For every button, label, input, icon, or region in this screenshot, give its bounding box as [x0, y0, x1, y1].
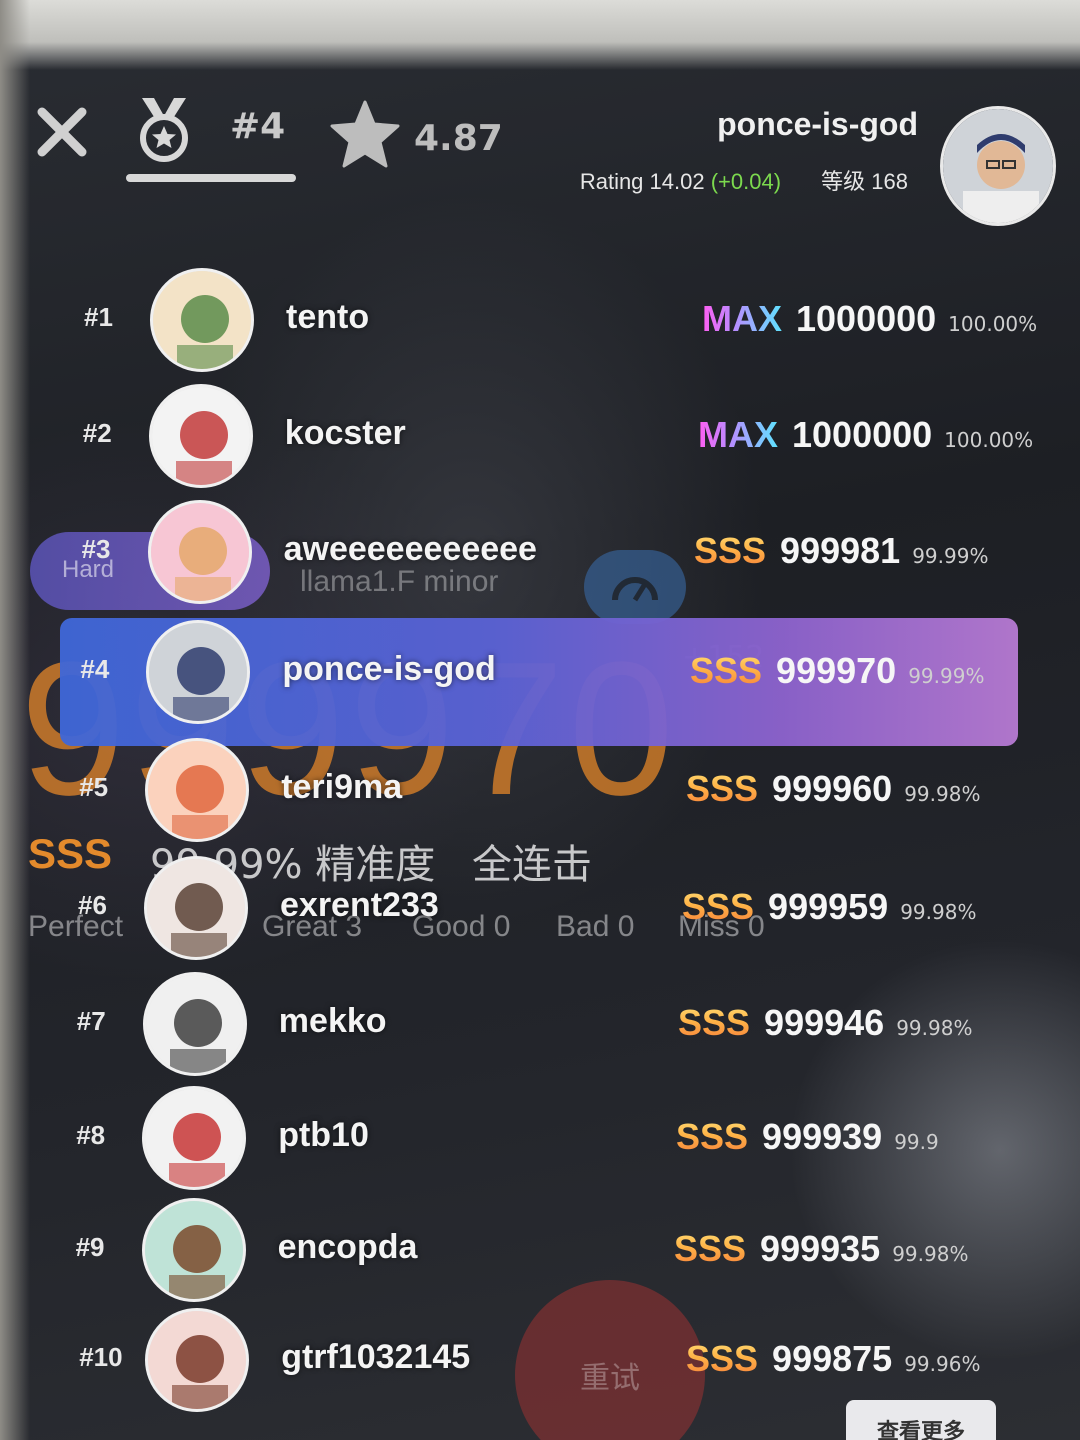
- row-avatar: [146, 620, 251, 724]
- game-screen: Hard llama1.F minor 999970 +152 SSS 99.9…: [0, 0, 1080, 1440]
- row-accuracy: 99.98%: [892, 1242, 969, 1266]
- leaderboard-row[interactable]: #3 aweeeeeeeeeee SSS 999981 99.99%: [0, 500, 1080, 610]
- tab-active-indicator: [126, 174, 296, 182]
- row-username: teri9ma: [281, 768, 403, 806]
- row-accuracy: 100.00%: [948, 312, 1038, 336]
- row-username: aweeeeeeeeeee: [283, 530, 537, 568]
- row-avatar: [144, 856, 248, 960]
- row-score-value: 999935: [760, 1228, 881, 1269]
- leaderboard-row[interactable]: #6 exrent233 SSS 999959 99.98%: [0, 856, 1080, 966]
- row-accuracy: 99.96%: [904, 1352, 981, 1376]
- row-avatar: [141, 1198, 246, 1302]
- row-score: SSS 999939 99.9: [676, 1116, 939, 1158]
- row-rank: #2: [82, 418, 112, 448]
- row-grade: SSS: [686, 1338, 759, 1379]
- profile-name: ponce-is-god: [717, 106, 918, 142]
- leaderboard-row[interactable]: #9 encopda SSS 999935 99.98%: [0, 1198, 1080, 1308]
- star-icon: [330, 100, 400, 168]
- leaderboard-row[interactable]: #8 ptb10 SSS 999939 99.9: [0, 1086, 1080, 1196]
- leaderboard-row[interactable]: #2 kocster MAX 1000000 100.00%: [0, 384, 1080, 494]
- close-button[interactable]: [34, 104, 90, 160]
- row-accuracy: 99.98%: [900, 900, 977, 924]
- row-accuracy: 99.99%: [908, 664, 985, 688]
- current-rank: #4: [230, 106, 286, 147]
- row-rank: #10: [79, 1342, 123, 1372]
- profile-rating: Rating 14.02: [579, 169, 705, 194]
- row-rank: #3: [81, 534, 111, 564]
- row-rank: #5: [79, 772, 109, 802]
- row-username: gtrf1032145: [281, 1338, 471, 1376]
- tab-rank[interactable]: #4: [126, 92, 296, 188]
- row-score: MAX 1000000 100.00%: [702, 298, 1037, 340]
- row-avatar: [147, 500, 252, 604]
- profile-stats: Rating 14.02 (+0.04) 等级 168: [580, 164, 908, 196]
- row-score-value: 999960: [772, 768, 893, 809]
- row-score: MAX 1000000 100.00%: [698, 414, 1033, 456]
- row-grade: SSS: [682, 886, 755, 927]
- row-rank: #9: [75, 1232, 105, 1262]
- row-grade: SSS: [676, 1116, 749, 1157]
- row-accuracy: 99.99%: [912, 544, 989, 568]
- row-score: SSS 999875 99.96%: [686, 1338, 980, 1380]
- row-score-value: 999875: [772, 1338, 893, 1379]
- row-grade: MAX: [702, 298, 782, 339]
- medal-icon: [140, 98, 188, 162]
- row-grade: MAX: [698, 414, 778, 455]
- row-grade: SSS: [674, 1228, 747, 1269]
- chart-rating: 4.87: [414, 118, 503, 159]
- row-rank: #4: [80, 654, 110, 684]
- row-username: ponce-is-god: [282, 650, 496, 688]
- row-score-value: 1000000: [796, 298, 937, 339]
- profile-avatar[interactable]: [940, 106, 1056, 226]
- tab-rating[interactable]: 4.87: [330, 100, 510, 170]
- row-username: encopda: [277, 1228, 418, 1266]
- row-score: SSS 999959 99.98%: [682, 886, 976, 928]
- leaderboard-row[interactable]: #1 tento MAX 1000000 100.00%: [0, 268, 1080, 378]
- row-score: SSS 999981 99.99%: [694, 530, 988, 572]
- row-avatar: [150, 268, 254, 372]
- row-username: kocster: [284, 414, 406, 452]
- row-rank: #8: [76, 1120, 106, 1150]
- leaderboard-row[interactable]: #7 mekko SSS 999946 99.98%: [0, 972, 1080, 1082]
- close-icon: [37, 107, 87, 157]
- view-more-button[interactable]: 查看更多: [846, 1400, 996, 1440]
- row-score-value: 999939: [762, 1116, 883, 1157]
- row-score-value: 999970: [776, 650, 897, 691]
- row-avatar: [148, 384, 253, 488]
- row-score-value: 999946: [764, 1002, 885, 1043]
- row-rank: #6: [78, 890, 107, 920]
- row-score: SSS 999960 99.98%: [686, 768, 980, 810]
- row-accuracy: 99.98%: [896, 1016, 973, 1040]
- leaderboard-row[interactable]: #5 teri9ma SSS 999960 99.98%: [0, 738, 1080, 848]
- row-accuracy: 100.00%: [944, 428, 1034, 452]
- row-avatar: [145, 738, 250, 842]
- row-username: tento: [286, 298, 370, 336]
- row-avatar: [142, 972, 247, 1076]
- row-accuracy: 99.98%: [904, 782, 981, 806]
- row-username: mekko: [278, 1002, 387, 1040]
- row-grade: SSS: [694, 530, 767, 571]
- view-more-label: 查看更多: [876, 1420, 965, 1440]
- row-grade: SSS: [686, 768, 759, 809]
- row-username: exrent233: [280, 886, 439, 924]
- row-score-value: 1000000: [792, 414, 933, 455]
- row-username: ptb10: [278, 1116, 369, 1154]
- row-accuracy: 99.9: [894, 1130, 939, 1154]
- row-rank: #1: [84, 302, 113, 332]
- row-grade: SSS: [690, 650, 763, 691]
- leaderboard-row[interactable]: #4 ponce-is-god SSS 999970 99.99%: [0, 620, 1080, 730]
- profile-level: 等级 168: [821, 169, 908, 194]
- row-grade: SSS: [678, 1002, 751, 1043]
- row-score: SSS 999946 99.98%: [678, 1002, 972, 1044]
- device-bezel: [0, 0, 1080, 70]
- row-avatar: [145, 1308, 250, 1412]
- row-avatar: [142, 1086, 247, 1190]
- row-score-value: 999959: [768, 886, 889, 927]
- row-rank: #7: [76, 1006, 106, 1036]
- row-score: SSS 999935 99.98%: [674, 1228, 968, 1270]
- row-score: SSS 999970 99.99%: [690, 650, 984, 692]
- row-score-value: 999981: [780, 530, 901, 571]
- rating-delta: (+0.04): [710, 169, 782, 194]
